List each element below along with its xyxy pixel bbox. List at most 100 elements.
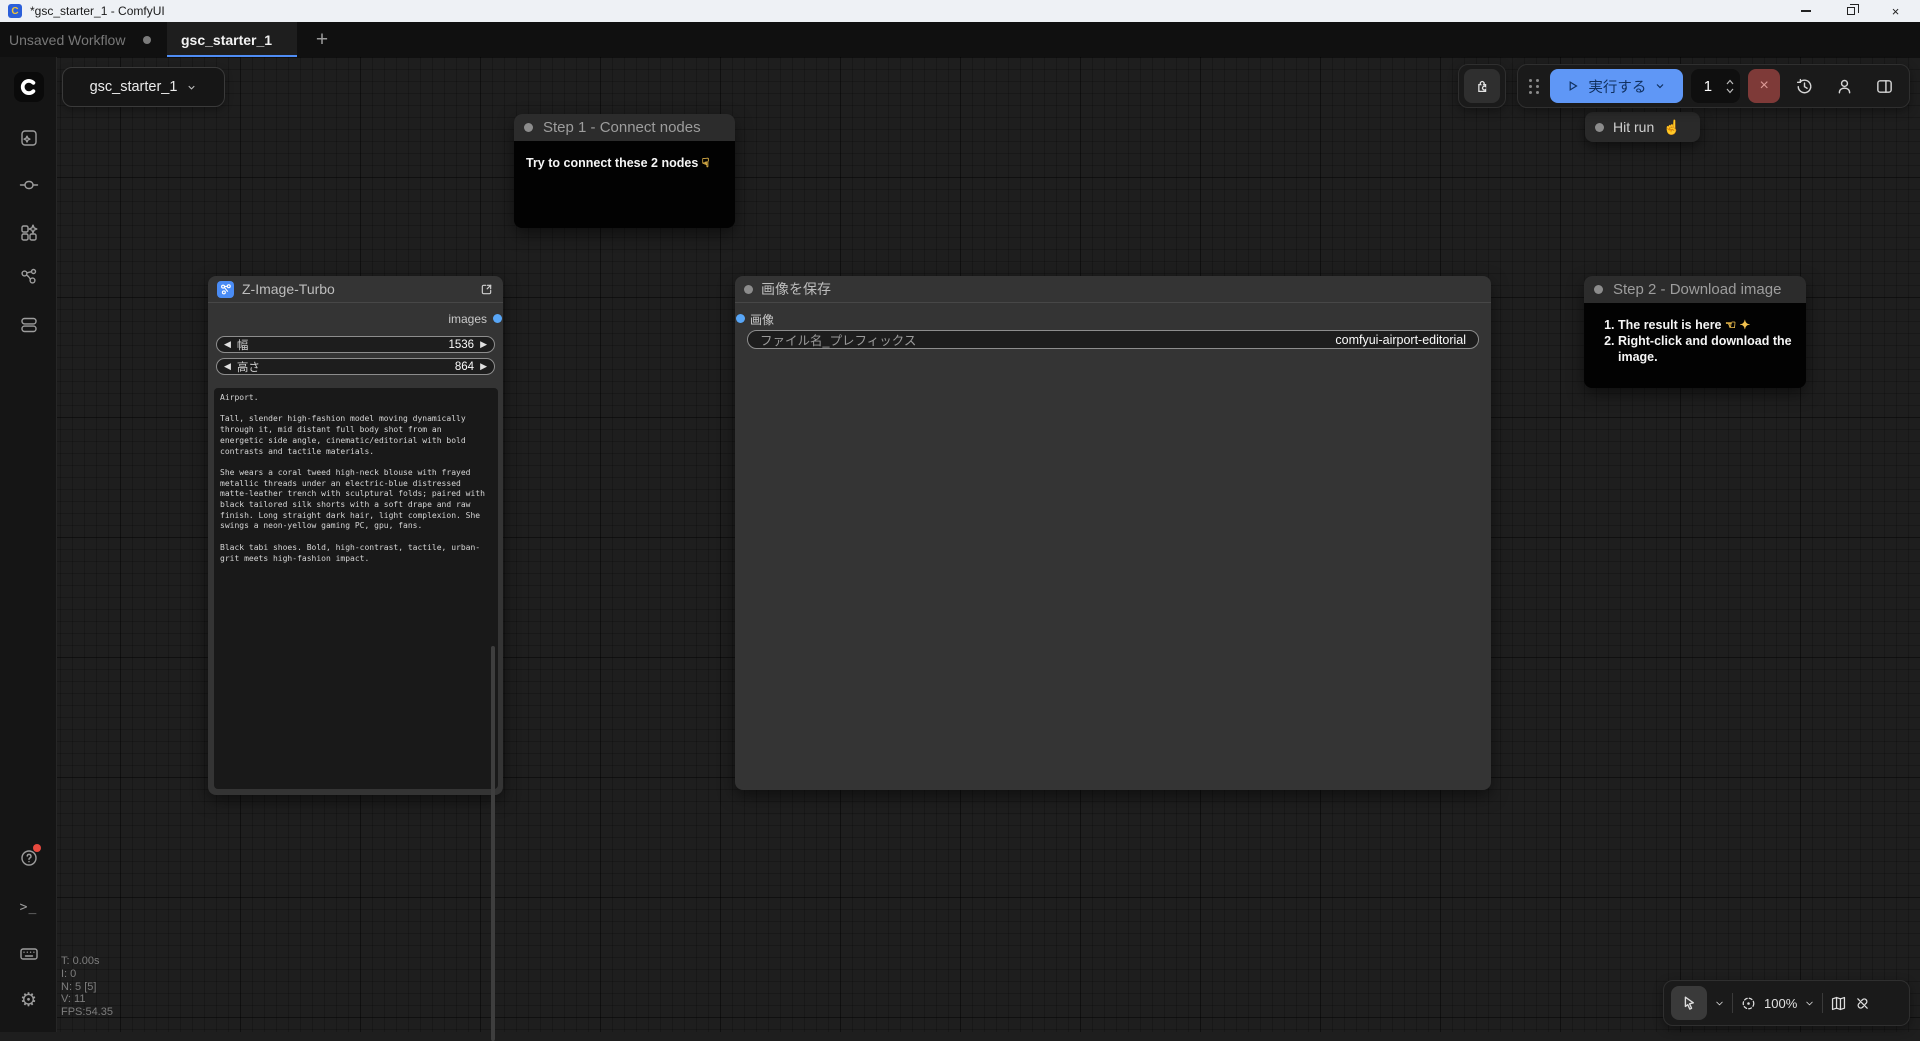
decrement-icon[interactable]: ◀: [224, 339, 231, 350]
collapse-dot-icon[interactable]: [1594, 285, 1603, 294]
fit-view-button[interactable]: [1740, 995, 1757, 1012]
drag-handle-icon[interactable]: [1529, 79, 1539, 94]
new-tab-button[interactable]: +: [309, 27, 335, 53]
note-step1[interactable]: Step 1 - Connect nodes Try to connect th…: [514, 114, 735, 228]
point-down-emoji: ☟: [702, 156, 710, 170]
close-icon: ×: [1892, 4, 1900, 19]
chevron-down-icon: [1654, 80, 1666, 92]
map-icon: [1830, 995, 1847, 1012]
left-sidebar: >_ ⚙: [0, 57, 57, 1032]
sidebar-item-templates[interactable]: [0, 216, 57, 250]
divider: [1822, 993, 1823, 1013]
width-widget[interactable]: ◀ 幅 1536 ▶: [216, 336, 495, 353]
perf-stats: T: 0.00s I: 0 N: 5 [5] V: 11 FPS:54.35: [61, 955, 113, 1019]
output-slot-dot[interactable]: [493, 314, 502, 323]
image-input-slot: 画像: [735, 309, 1491, 329]
sidebar-item-help[interactable]: [0, 841, 57, 875]
focus-icon: [1740, 995, 1757, 1012]
toggle-sidebar-panel-button[interactable]: [1869, 69, 1901, 103]
collapse-dot-icon[interactable]: [524, 123, 533, 132]
extensions-panel: [1458, 64, 1506, 108]
decrement-icon[interactable]: ◀: [224, 361, 231, 372]
increment-icon[interactable]: ▶: [480, 361, 487, 372]
restore-button[interactable]: [1828, 0, 1873, 22]
tool-dropdown-chevron[interactable]: [1714, 998, 1725, 1009]
sidebar-item-shortcuts[interactable]: [0, 937, 57, 971]
step-up-icon[interactable]: [1725, 79, 1735, 85]
unsaved-dot-icon: [143, 36, 151, 44]
collapse-dot-icon[interactable]: [744, 285, 753, 294]
node-header[interactable]: 画像を保存: [735, 276, 1491, 303]
link-off-icon: [1854, 995, 1871, 1012]
window-controls: ×: [1783, 0, 1918, 22]
batch-count-steppers[interactable]: [1725, 79, 1740, 94]
run-toolbar: 実行する 1 ×: [1517, 64, 1910, 108]
point-left-sparkle-emoji: ☜ ✦: [1725, 318, 1750, 332]
comfyui-favicon-icon: C: [8, 4, 22, 18]
increment-icon[interactable]: ▶: [480, 339, 487, 350]
stacked-rows-icon: [19, 315, 39, 335]
tab-label: Unsaved Workflow: [9, 32, 125, 48]
step-down-icon[interactable]: [1725, 88, 1735, 94]
batch-count-input[interactable]: 1: [1691, 69, 1740, 103]
note-header[interactable]: Step 1 - Connect nodes: [514, 114, 735, 141]
sidebar-item-assets[interactable]: [0, 121, 57, 155]
run-button[interactable]: 実行する: [1550, 69, 1683, 103]
toggle-links-button[interactable]: [1854, 995, 1871, 1012]
sidebar-item-workflows[interactable]: [0, 168, 57, 202]
node-save-image[interactable]: 画像を保存 画像 ファイル名_プレフィックス comfyui-airport-e…: [735, 276, 1491, 790]
note-body: The result is here ☜ ✦ Right-click and d…: [1584, 303, 1806, 379]
history-icon: [1795, 77, 1814, 96]
textarea-scrollbar[interactable]: [491, 646, 495, 1041]
tab-gsc-starter-1[interactable]: gsc_starter_1: [167, 22, 297, 57]
note-step2[interactable]: Step 2 - Download image The result is he…: [1584, 276, 1806, 388]
sidebar-item-settings[interactable]: ⚙: [0, 983, 57, 1017]
stat-iterations: I: 0: [61, 968, 113, 981]
note-hit-run[interactable]: Hit run ☝: [1585, 112, 1700, 142]
select-tool-button[interactable]: [1671, 986, 1707, 1020]
minimap-toggle-button[interactable]: [1830, 995, 1847, 1012]
window-titlebar: C *gsc_starter_1 - ComfyUI ×: [0, 0, 1920, 22]
close-button[interactable]: ×: [1873, 0, 1918, 22]
play-icon: [1566, 79, 1580, 93]
note-header[interactable]: Step 2 - Download image: [1584, 276, 1806, 303]
terminal-icon: >_: [20, 900, 38, 915]
zoom-dropdown-chevron[interactable]: [1804, 998, 1815, 1009]
restore-icon: [1847, 7, 1855, 15]
history-button[interactable]: [1788, 69, 1820, 103]
puzzle-icon: [1473, 77, 1491, 95]
node-graph-icon: [19, 267, 39, 287]
node-link-icon: [19, 175, 39, 195]
point-up-emoji: ☝: [1663, 119, 1680, 136]
cancel-run-button[interactable]: ×: [1748, 69, 1780, 103]
height-widget[interactable]: ◀ 高さ 864 ▶: [216, 358, 495, 375]
user-account-button[interactable]: [1829, 69, 1861, 103]
zoom-level[interactable]: 100%: [1764, 996, 1797, 1011]
gear-icon: ⚙: [20, 989, 37, 1012]
filename-prefix-widget[interactable]: ファイル名_プレフィックス comfyui-airport-editorial: [747, 330, 1479, 349]
node-z-image-turbo[interactable]: Z-Image-Turbo images ◀ 幅 1536 ▶ ◀ 高さ 864…: [208, 276, 503, 795]
extensions-button[interactable]: [1464, 69, 1500, 103]
expand-node-icon[interactable]: [479, 282, 494, 297]
user-icon: [1835, 77, 1854, 96]
input-slot-dot[interactable]: [736, 314, 745, 323]
divider: [1732, 993, 1733, 1013]
grid-sparkle-icon: [19, 223, 39, 243]
stat-fps: FPS:54.35: [61, 1006, 113, 1019]
comfyui-logo[interactable]: [14, 72, 44, 102]
chevron-down-icon: [186, 82, 197, 93]
node-header[interactable]: Z-Image-Turbo: [208, 276, 503, 303]
sidebar-item-queue[interactable]: [0, 308, 57, 342]
collapse-dot-icon[interactable]: [1595, 123, 1604, 132]
note-body: Try to connect these 2 nodes ☟: [514, 141, 735, 185]
tab-label: gsc_starter_1: [181, 32, 272, 48]
node-graph-badge-icon: [217, 281, 234, 298]
workflow-selector[interactable]: gsc_starter_1: [62, 67, 225, 107]
prompt-textarea[interactable]: Airport. Tall, slender high-fashion mode…: [214, 388, 498, 789]
minimize-button[interactable]: [1783, 0, 1828, 22]
sidebar-item-terminal[interactable]: >_: [0, 890, 57, 924]
stat-version: V: 11: [61, 993, 113, 1006]
tab-unsaved-workflow[interactable]: Unsaved Workflow: [0, 22, 167, 57]
node-title: 画像を保存: [761, 279, 831, 299]
sidebar-item-node-library[interactable]: [0, 260, 57, 294]
